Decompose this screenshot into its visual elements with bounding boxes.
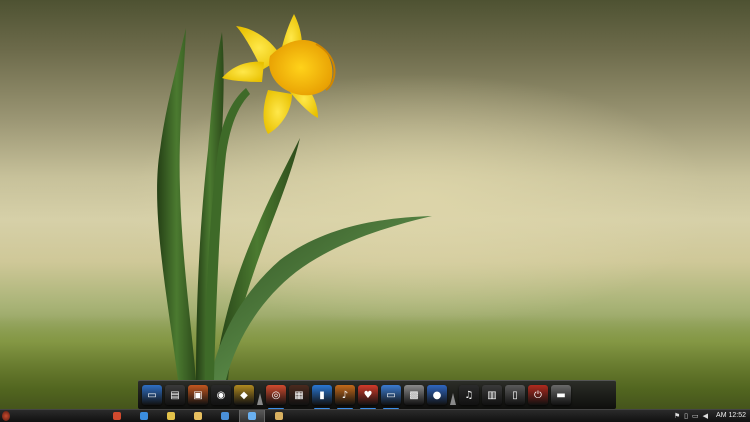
film-icon[interactable]: ▩ [404, 385, 424, 405]
viewer-taskbar-icon[interactable] [266, 410, 292, 422]
speakers-icon[interactable]: ▯ [505, 385, 525, 405]
chat-icon[interactable]: ● [427, 385, 447, 405]
chrome-taskbar-icon[interactable] [104, 410, 130, 422]
usb-drive-icon[interactable]: ▮ [312, 385, 332, 410]
chrome-icon[interactable]: ◎ [266, 385, 286, 410]
slideshow-icon[interactable]: ▣ [188, 385, 208, 405]
chrome-glyph-icon [113, 412, 121, 420]
clock[interactable]: AM 12:52 [716, 410, 746, 422]
paint-glyph-icon [221, 412, 229, 420]
notes-taskbar-icon[interactable] [158, 410, 184, 422]
music-notes-icon[interactable]: ♫ [459, 385, 479, 405]
hdd-icon[interactable]: ▥ [482, 385, 502, 405]
clipboard-icon[interactable]: ▤ [165, 385, 185, 405]
camera-icon[interactable]: ◉ [211, 385, 231, 405]
viewer-glyph-icon [275, 412, 283, 420]
cardiogram-icon[interactable]: ♥ [358, 385, 378, 410]
taskbar: ⚑ ▯ ▭ ◀ AM 12:52 [0, 409, 750, 422]
power-icon[interactable]: ⏻ [528, 385, 548, 405]
desktop-wallpaper: ▭ ▤ ▣ ◉ ◆ ◎ ▦ ▮ ♪ ♥ ▭ ▩ ● ♫ ▥ ▯ ⏻ ▬ ⚑ ▯ ▭ ◀ AM 12:52 [0, 0, 750, 422]
flag-icon[interactable]: ⚑ [674, 410, 680, 422]
calculator-icon[interactable]: ▦ [289, 385, 309, 405]
ie-glyph-icon [140, 412, 148, 420]
dock-separator [450, 385, 456, 405]
network-icon[interactable]: ▯ [684, 410, 688, 422]
folder-taskbar-icon[interactable] [185, 410, 211, 422]
start-button[interactable] [2, 411, 10, 421]
recycle-bin-icon[interactable]: ▬ [551, 385, 571, 405]
folder-glyph-icon [194, 412, 202, 420]
notes-glyph-icon [167, 412, 175, 420]
window-icon[interactable]: ▭ [381, 385, 401, 410]
desktop-icon[interactable]: ▭ [142, 385, 162, 405]
dock-bar: ▭ ▤ ▣ ◉ ◆ ◎ ▦ ▮ ♪ ♥ ▭ ▩ ● ♫ ▥ ▯ ⏻ ▬ [138, 380, 616, 410]
volume-icon[interactable]: ◀ [703, 410, 708, 422]
monitor-icon[interactable]: ▭ [692, 410, 699, 422]
ie-taskbar-icon[interactable] [131, 410, 157, 422]
daffodil-flower [157, 14, 432, 380]
dock-separator [257, 385, 263, 405]
guitar-icon[interactable]: ♪ [335, 385, 355, 410]
snip-taskbar-icon[interactable] [239, 410, 265, 422]
snip-glyph-icon [248, 412, 256, 420]
sport-icon[interactable]: ◆ [234, 385, 254, 405]
paint-taskbar-icon[interactable] [212, 410, 238, 422]
system-tray: ⚑ ▯ ▭ ◀ AM 12:52 [674, 410, 746, 422]
